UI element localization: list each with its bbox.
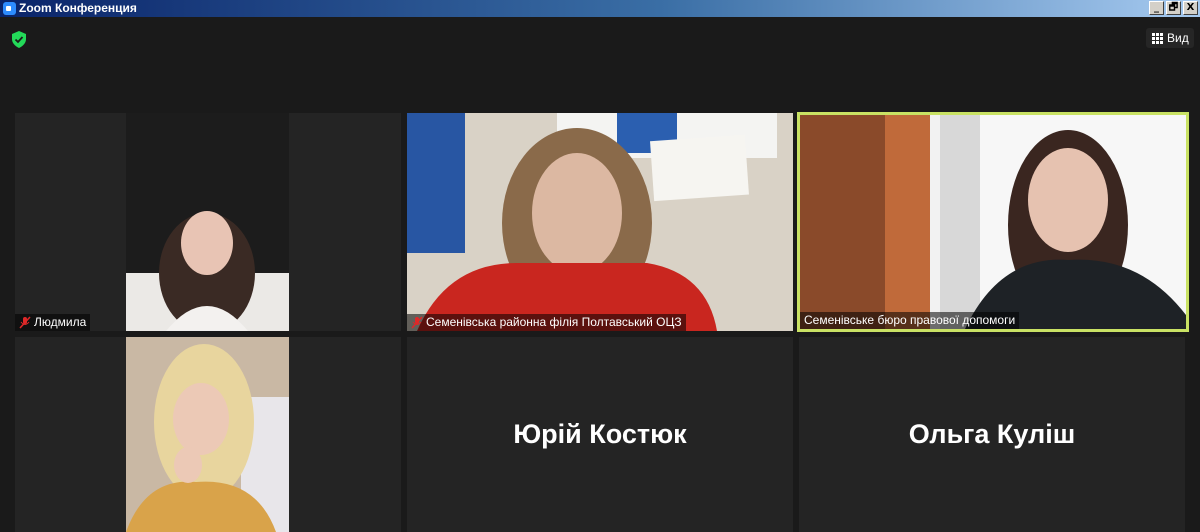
muted-mic-icon xyxy=(411,316,423,329)
restore-button[interactable]: 🗗 xyxy=(1166,1,1181,15)
participant-name: Ольга Куліш xyxy=(908,419,1076,449)
participant-name-label: Семенівське бюро правової допомоги xyxy=(800,312,1020,329)
participant-tile[interactable] xyxy=(15,337,401,532)
view-button[interactable]: Вид xyxy=(1146,28,1194,48)
window-title-bar: Zoom Конференция _ 🗗 X xyxy=(0,0,1200,17)
window-title: Zoom Конференция xyxy=(19,1,137,15)
participant-tile[interactable]: Людмила xyxy=(15,113,401,331)
participant-name: Юрій Костюк xyxy=(513,419,687,449)
minimize-button[interactable]: _ xyxy=(1149,1,1164,15)
participant-tile[interactable]: Ольга Куліш xyxy=(799,337,1185,532)
person-silhouette xyxy=(126,113,289,331)
participant-tile-active-speaker[interactable]: Семенівське бюро правової допомоги xyxy=(797,112,1189,332)
participant-tile[interactable]: Семенівська районна філія Полтавський ОЦ… xyxy=(407,113,793,331)
participant-name: Семенівське бюро правової допомоги xyxy=(804,313,1016,327)
participant-name: Семенівська районна філія Полтавський ОЦ… xyxy=(426,315,682,329)
participant-video xyxy=(126,113,289,331)
participant-name-label: Семенівська районна філія Полтавський ОЦ… xyxy=(407,314,686,331)
view-button-label: Вид xyxy=(1167,31,1189,45)
participant-video xyxy=(126,337,289,532)
shield-icon[interactable] xyxy=(11,31,27,48)
close-button[interactable]: X xyxy=(1183,1,1198,15)
participant-name-label: Людмила xyxy=(15,314,91,331)
participant-video xyxy=(800,115,1186,329)
participant-tile[interactable]: Юрій Костюк xyxy=(407,337,793,532)
participant-video xyxy=(407,113,793,331)
grid-view-icon xyxy=(1152,32,1163,44)
participant-name: Людмила xyxy=(34,315,87,329)
zoom-app-icon xyxy=(3,2,16,15)
muted-mic-icon xyxy=(19,316,31,329)
